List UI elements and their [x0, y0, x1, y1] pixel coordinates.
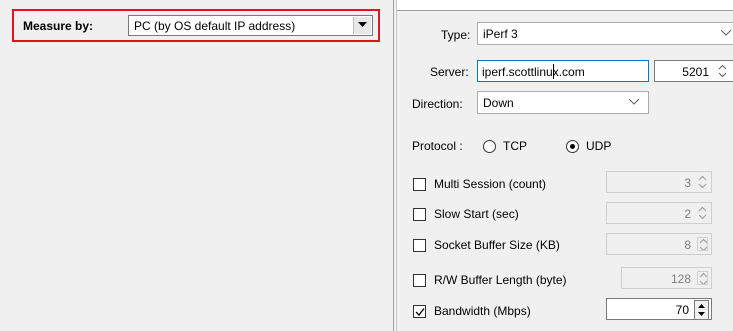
spin-arrows-icon[interactable]	[697, 237, 708, 251]
measure-by-dropdown-button[interactable]	[353, 17, 371, 34]
protocol-udp-label[interactable]: UDP	[586, 139, 611, 153]
multi-session-label[interactable]: Multi Session (count)	[434, 177, 546, 191]
spin-arrows-icon[interactable]	[697, 271, 708, 285]
top-strip	[397, 0, 733, 10]
radio-dot	[570, 144, 575, 149]
bandwidth-spinner[interactable]: 70	[606, 298, 712, 320]
settings-panel: Type: iPerf 3 Server: iperf.scottlinux.c…	[397, 0, 733, 331]
measure-panel: Measure by: PC (by OS default IP address…	[0, 0, 397, 331]
server-input[interactable]: iperf.scottlinux.com	[477, 60, 649, 82]
measure-by-value: PC (by OS default IP address)	[134, 19, 296, 33]
text-caret	[553, 64, 554, 79]
protocol-tcp-radio[interactable]	[483, 140, 496, 153]
spin-arrows-icon[interactable]	[718, 64, 727, 78]
chevron-down-icon	[629, 99, 639, 105]
socket-buffer-checkbox[interactable]	[413, 239, 426, 252]
multi-session-checkbox[interactable]	[413, 178, 426, 191]
type-select[interactable]: iPerf 3	[477, 22, 733, 45]
rw-buffer-spinner[interactable]: 128	[621, 267, 712, 289]
port-value: 5201	[682, 65, 709, 79]
direction-select[interactable]: Down	[477, 91, 649, 114]
spin-arrows-icon[interactable]	[697, 175, 708, 189]
type-value: iPerf 3	[483, 27, 518, 41]
type-label: Type:	[441, 28, 471, 42]
protocol-label: Protocol :	[412, 139, 463, 153]
slow-start-checkbox[interactable]	[413, 208, 426, 221]
rw-buffer-value: 128	[670, 272, 691, 286]
server-value: iperf.scottlinux.com	[482, 65, 585, 79]
checkmark-icon	[415, 308, 425, 316]
socket-buffer-label[interactable]: Socket Buffer Size (KB)	[434, 238, 560, 252]
divider	[397, 10, 733, 11]
multi-session-value: 3	[684, 176, 691, 190]
direction-label: Direction:	[412, 97, 463, 111]
bandwidth-label[interactable]: Bandwidth (Mbps)	[434, 304, 531, 318]
bandwidth-value: 70	[675, 303, 689, 317]
measure-by-label: Measure by:	[23, 19, 94, 33]
divider	[393, 0, 394, 331]
port-spinner[interactable]: 5201	[654, 60, 733, 82]
socket-buffer-spinner[interactable]: 8	[606, 233, 712, 255]
rw-buffer-checkbox[interactable]	[413, 274, 426, 287]
chevron-down-icon	[721, 30, 731, 36]
slow-start-spinner[interactable]: 2	[606, 202, 712, 224]
protocol-tcp-label[interactable]: TCP	[503, 139, 527, 153]
spin-arrows-icon[interactable]	[697, 206, 708, 220]
bandwidth-checkbox[interactable]	[413, 305, 426, 318]
protocol-udp-radio[interactable]	[566, 140, 579, 153]
socket-buffer-value: 8	[684, 238, 691, 252]
direction-value: Down	[483, 96, 514, 110]
multi-session-spinner[interactable]: 3	[606, 171, 712, 193]
slow-start-label[interactable]: Slow Start (sec)	[434, 207, 519, 221]
server-label: Server:	[430, 65, 469, 79]
measure-by-select[interactable]: PC (by OS default IP address)	[128, 15, 373, 36]
rw-buffer-label[interactable]: R/W Buffer Length (byte)	[434, 273, 567, 287]
chevron-down-icon	[358, 22, 367, 27]
spin-arrows-icon[interactable]	[694, 300, 709, 320]
slow-start-value: 2	[684, 207, 691, 221]
